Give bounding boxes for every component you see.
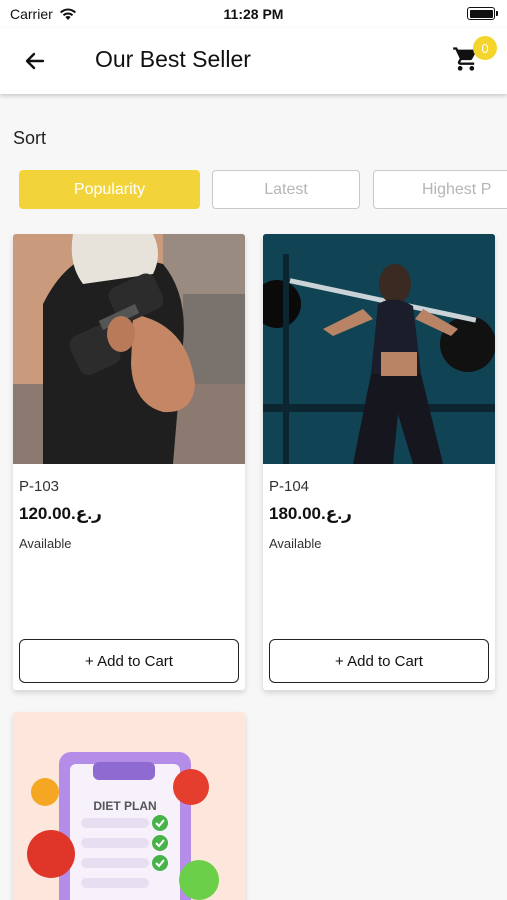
back-button[interactable]	[20, 46, 50, 76]
product-sku: P-104	[269, 478, 310, 495]
product-image	[13, 234, 245, 464]
product-image	[263, 234, 495, 464]
product-availability: Available	[269, 536, 322, 551]
product-price: 120.00.ر.ع	[19, 504, 102, 523]
product-price: 180.00.ر.ع	[269, 504, 352, 523]
product-image: DIET PLAN	[13, 712, 245, 900]
sort-popularity-button[interactable]: Popularity	[19, 170, 200, 209]
sort-latest-button[interactable]: Latest	[212, 170, 360, 209]
arrow-left-icon	[25, 52, 45, 70]
product-sku: P-103	[19, 478, 60, 495]
product-card[interactable]: P-103 120.00.ر.ع Available + Add to Cart	[13, 234, 245, 690]
clock: 11:28 PM	[223, 6, 284, 22]
page-title: Our Best Seller	[95, 46, 251, 72]
add-to-cart-button[interactable]: + Add to Cart	[269, 639, 489, 683]
product-availability: Available	[19, 536, 72, 551]
sort-highest-price-button[interactable]: Highest P	[373, 170, 507, 209]
cart-count-badge: 0	[473, 36, 497, 60]
sort-label: Sort	[13, 128, 47, 148]
product-card[interactable]: P-104 180.00.ر.ع Available + Add to Cart	[263, 234, 495, 690]
status-bar: Carrier 11:28 PM	[0, 0, 507, 28]
diet-plan-text: DIET PLAN	[93, 799, 156, 813]
main-content: Sort Popularity Latest Highest P P-103 1…	[0, 94, 507, 900]
product-card[interactable]: DIET PLAN	[13, 712, 245, 900]
app-bar: Our Best Seller 0	[0, 28, 507, 94]
battery-icon	[467, 7, 498, 20]
sort-options: Popularity Latest Highest P	[19, 170, 507, 209]
add-to-cart-button[interactable]: + Add to Cart	[19, 639, 239, 683]
